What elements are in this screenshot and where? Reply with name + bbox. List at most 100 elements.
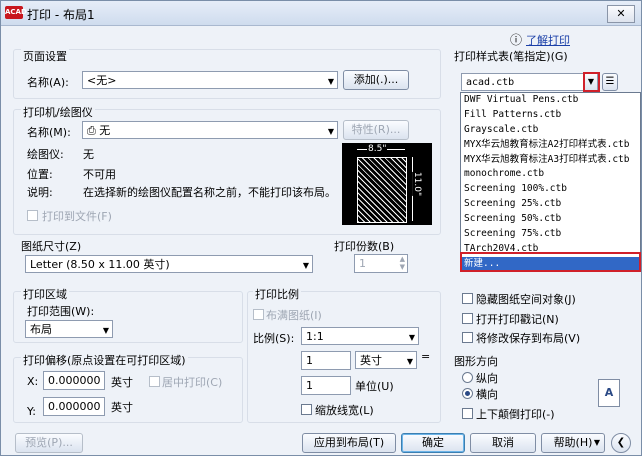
collapse-button[interactable]: ❮	[611, 433, 631, 453]
location-label: 位置:	[27, 168, 53, 181]
page-setup-name-select[interactable]: <无> ▼	[82, 71, 338, 89]
plot-stamp-checkbox[interactable]	[462, 313, 473, 324]
style-table-select[interactable]: acad.ctb	[461, 73, 597, 91]
chevron-down-icon: ▼	[408, 333, 415, 342]
orientation-title: 图形方向	[454, 355, 498, 368]
list-item[interactable]: Screening 50%.ctb	[461, 212, 640, 227]
orientation-page-icon: A	[598, 379, 620, 407]
print-range-select[interactable]: 布局 ▼	[25, 320, 113, 338]
upside-down-label: 上下颠倒打印(-)	[476, 408, 555, 421]
fit-to-paper-checkbox[interactable]	[253, 309, 264, 320]
description-label: 说明:	[27, 186, 53, 199]
spinner-icon[interactable]: ▲ ▼	[400, 255, 405, 271]
scale-lineweight-checkbox[interactable]	[301, 404, 312, 415]
chevron-down-icon: ▼	[302, 261, 309, 270]
scale-value-1[interactable]: 1	[301, 351, 351, 370]
offset-y-input[interactable]: 0.000000	[43, 397, 105, 416]
style-table-title: 打印样式表(笔指定)(G)	[454, 50, 568, 63]
page-setup-title: 页面设置	[21, 48, 69, 64]
offset-x-label: X:	[27, 375, 39, 388]
print-to-file-label: 打印到文件(F)	[42, 210, 112, 223]
scale-lineweight-label: 缩放线宽(L)	[315, 404, 374, 417]
cancel-button[interactable]: 取消	[470, 433, 536, 453]
hide-paperspace-checkbox[interactable]	[462, 293, 473, 304]
style-table-list[interactable]: DWF Virtual Pens.ctb Fill Patterns.ctb G…	[460, 92, 641, 272]
paper-size-title: 图纸尺寸(Z)	[21, 240, 82, 253]
title-bar: ACAD 打印 - 布局1 ✕	[1, 1, 641, 26]
scale-ratio-value: 1:1	[306, 330, 324, 343]
plot-stamp-label: 打开打印戳记(N)	[476, 313, 559, 326]
scale-ratio-label: 比例(S):	[253, 332, 295, 345]
info-icon: ⓘ	[510, 33, 523, 47]
printer-title: 打印机/绘图仪	[21, 104, 95, 120]
center-print-label: 居中打印(C)	[162, 376, 223, 389]
window-title: 打印 - 布局1	[27, 8, 95, 22]
plotter-value: 无	[83, 148, 94, 161]
portrait-radio[interactable]	[462, 372, 473, 383]
printer-name-label: 名称(M):	[27, 126, 71, 139]
chevron-down-icon: ▼	[406, 357, 413, 366]
chevron-down-icon: ▼	[593, 438, 600, 447]
paper-size-value: Letter (8.50 x 11.00 英寸)	[30, 258, 170, 271]
printer-name-value: 无	[99, 124, 111, 137]
page-setup-name-value: <无>	[87, 74, 117, 87]
equals-sign: =	[421, 350, 431, 363]
list-item[interactable]: DWF Virtual Pens.ctb	[461, 93, 640, 108]
scale-unit-select[interactable]: 英寸 ▼	[355, 351, 417, 369]
properties-button[interactable]: 特性(R)...	[343, 120, 409, 140]
print-to-file-checkbox[interactable]	[27, 210, 38, 221]
chevron-left-icon: ❮	[616, 437, 626, 448]
print-area-title: 打印区域	[21, 286, 69, 302]
scale-value-2[interactable]: 1	[301, 376, 351, 395]
chevron-down-icon: ▼	[327, 127, 334, 136]
list-item[interactable]: Screening 25%.ctb	[461, 197, 640, 212]
list-item[interactable]: Screening 100%.ctb	[461, 182, 640, 197]
add-button[interactable]: 添加(.)...	[343, 70, 409, 90]
offset-y-label: Y:	[27, 405, 36, 418]
printer-name-select[interactable]: ⎙ 无 ▼	[82, 121, 338, 139]
list-item[interactable]: monochrome.ctb	[461, 167, 640, 182]
print-range-value: 布局	[30, 323, 52, 336]
help-button[interactable]: 帮助(H) ▼	[541, 433, 605, 453]
offset-x-unit: 英寸	[111, 376, 133, 389]
paper-width: 8.5"	[367, 144, 388, 154]
list-item[interactable]: Screening 75%.ctb	[461, 227, 640, 242]
learn-print-link[interactable]: 了解打印	[526, 32, 570, 48]
paper-size-select[interactable]: Letter (8.50 x 11.00 英寸) ▼	[25, 255, 313, 273]
new-item-highlight	[460, 252, 641, 272]
print-scale-title: 打印比例	[253, 286, 301, 302]
list-item[interactable]: MYX华云旭教育标注A2打印样式表.ctb	[461, 138, 640, 153]
paper-height: 11.0"	[412, 171, 423, 197]
close-button[interactable]: ✕	[607, 5, 635, 23]
preview-button[interactable]: 预览(P)...	[15, 433, 83, 453]
save-to-layout-checkbox[interactable]	[462, 332, 473, 343]
landscape-label: 横向	[476, 388, 498, 401]
dropdown-highlight	[583, 72, 600, 92]
scale-unit-value: 英寸	[360, 354, 382, 367]
offset-x-input[interactable]: 0.000000	[43, 371, 105, 390]
list-item[interactable]: Fill Patterns.ctb	[461, 108, 640, 123]
copies-value: 1	[359, 257, 366, 270]
unit-label: 单位(U)	[355, 380, 394, 393]
copies-input[interactable]: 1 ▲ ▼	[354, 254, 408, 273]
print-offset-title: 打印偏移(原点设置在可打印区域)	[21, 352, 188, 368]
location-value: 不可用	[83, 168, 116, 181]
fit-to-paper-label: 布满图纸(I)	[266, 309, 322, 322]
style-table-value: acad.ctb	[466, 77, 515, 88]
hide-paperspace-label: 隐藏图纸空间对象(J)	[476, 293, 576, 306]
list-item[interactable]: Grayscale.ctb	[461, 123, 640, 138]
chevron-down-icon: ▼	[102, 326, 109, 335]
scale-ratio-select[interactable]: 1:1 ▼	[301, 327, 419, 345]
upside-down-checkbox[interactable]	[462, 408, 473, 419]
apply-to-layout-button[interactable]: 应用到布局(T)	[302, 433, 396, 453]
edit-style-table-button[interactable]: ☰	[602, 73, 618, 91]
table-edit-icon: ☰	[605, 76, 615, 87]
autocad-logo-icon: ACAD	[5, 6, 27, 19]
list-item[interactable]: MYX华云旭教育标注A3打印样式表.ctb	[461, 153, 640, 168]
landscape-radio[interactable]	[462, 388, 473, 399]
save-to-layout-label: 将修改保存到布局(V)	[476, 332, 581, 345]
center-print-checkbox[interactable]	[149, 376, 160, 387]
print-dialog: ACAD 打印 - 布局1 ✕ ⓘ 了解打印 页面设置 名称(A): <无> ▼ …	[0, 0, 642, 456]
description-value: 在选择新的绘图仪配置名称之前，不能打印该布局。	[83, 186, 336, 199]
ok-button[interactable]: 确定	[401, 433, 465, 453]
